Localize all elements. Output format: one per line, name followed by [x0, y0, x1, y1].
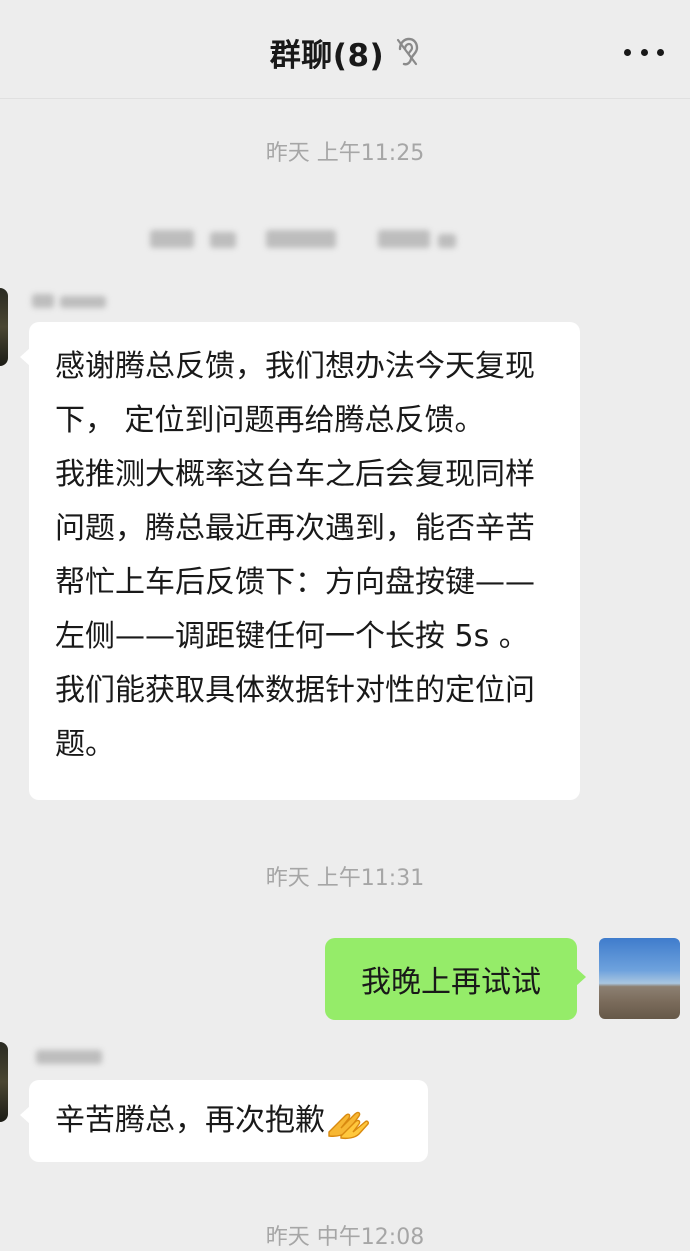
blurred-system-notice — [148, 226, 460, 252]
sender-name-blurred — [32, 292, 112, 310]
timestamp-partial: 昨天 中午12:08 — [265, 1225, 425, 1250]
message-text: 辛苦腾总，再次抱歉 — [55, 1103, 325, 1138]
chat-title[interactable]: 群聊(8) — [270, 30, 384, 75]
message-bubble[interactable]: 辛苦腾总，再次抱歉 — [20, 1080, 428, 1162]
title-wrap: 群聊(8) — [0, 28, 690, 76]
timestamp: 昨天 上午11:31 — [265, 866, 425, 891]
sender-name-blurred — [32, 1048, 112, 1066]
message-bubble[interactable]: 感谢腾总反馈，我们想办法今天复现下， 定位到问题再给腾总反馈。 我推测大概率这台… — [20, 322, 580, 800]
message-bubble-outgoing[interactable]: 我晚上再试试 — [325, 938, 586, 1020]
timestamp: 昨天 上午11:25 — [265, 141, 425, 166]
message-paragraph: 我推测大概率这台车之后会复现同样问题，腾总最近再次遇到，能否辛苦帮忙上车后反馈下… — [55, 457, 535, 762]
message-paragraph: 感谢腾总反馈，我们想办法今天复现下， 定位到问题再给腾总反馈。 — [55, 349, 535, 438]
message-text: 我晚上再试试 — [361, 965, 541, 1000]
avatar[interactable] — [599, 938, 680, 1019]
ear-icon — [397, 37, 419, 66]
avatar[interactable] — [0, 1042, 8, 1122]
avatar[interactable] — [0, 288, 8, 366]
folded-hands-icon — [328, 1111, 369, 1140]
chat-header: 群聊(8) — [0, 0, 690, 99]
more-icon[interactable] — [624, 40, 664, 64]
